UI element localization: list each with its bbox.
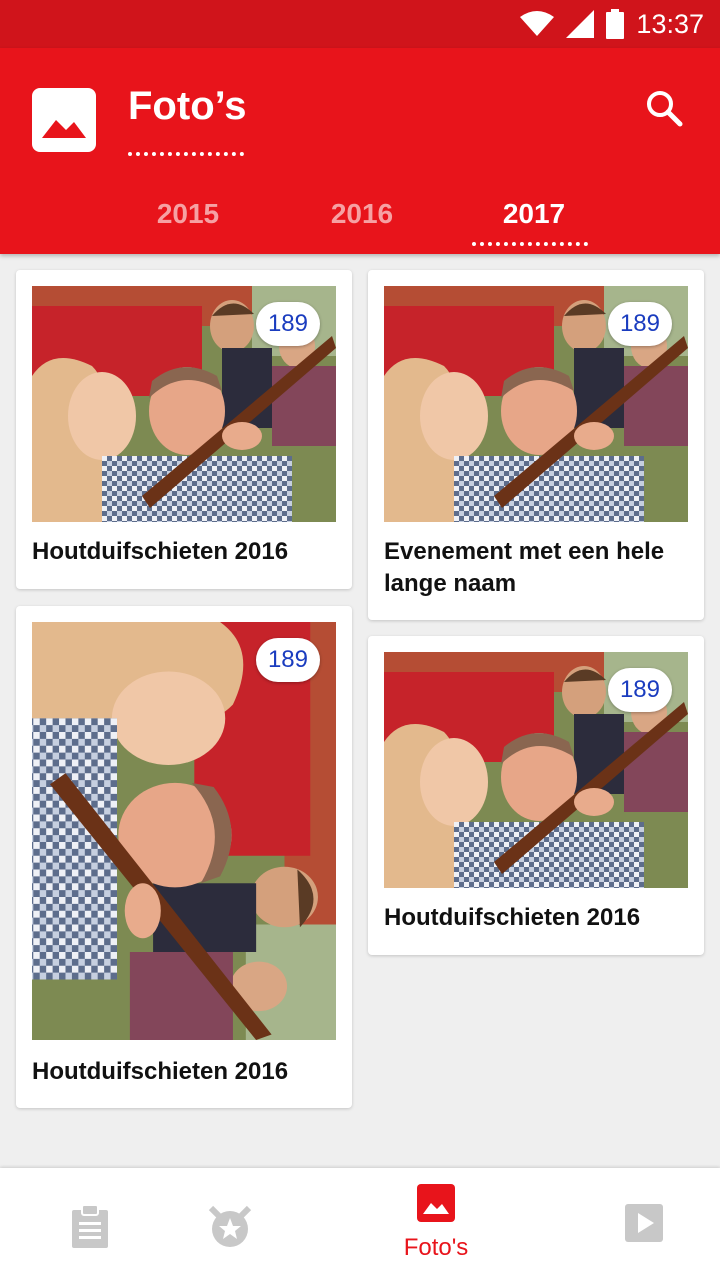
- photo-count-badge: 189: [255, 638, 320, 682]
- photo-count-badge: 189: [255, 302, 320, 346]
- title-underline: [128, 152, 244, 156]
- tab-2015[interactable]: 2015: [123, 198, 253, 230]
- album-card[interactable]: 189 Houtduifschieten 2016: [368, 636, 704, 955]
- photo-count-badge: 189: [607, 668, 672, 712]
- album-photo: 189: [32, 286, 336, 522]
- year-tabs: 2015 2016 2017: [0, 194, 720, 254]
- album-title: Houtduifschieten 2016: [32, 538, 289, 565]
- album-card[interactable]: 189 Houtduifschieten 2016: [16, 270, 352, 589]
- photo-count-badge: 189: [607, 302, 672, 346]
- album-title: Evenement met een hele lange naam: [384, 538, 665, 597]
- badge-star-icon: [208, 1205, 252, 1247]
- nav-item-video[interactable]: [554, 1168, 720, 1280]
- photo-icon: [417, 1184, 455, 1222]
- nav-label-photos: Foto's: [403, 1234, 469, 1261]
- play-icon: [625, 1204, 663, 1242]
- album-title: Houtduifschieten 2016: [384, 904, 641, 931]
- battery-icon: [606, 9, 625, 39]
- album-title: Houtduifschieten 2016: [32, 1058, 289, 1085]
- album-photo: 189: [32, 622, 336, 1040]
- app-bar: Foto’s 2015 2016 2017: [0, 48, 720, 254]
- signal-icon: [566, 10, 595, 38]
- album-card[interactable]: 189 Houtduifschieten 2016: [16, 606, 352, 1108]
- tab-2017[interactable]: 2017: [469, 198, 599, 230]
- nav-item-photos[interactable]: Foto's: [346, 1168, 526, 1280]
- search-button[interactable]: [640, 84, 688, 132]
- tab-indicator: [472, 242, 588, 246]
- status-bar: 13:37: [0, 0, 720, 48]
- bottom-navigation: Foto's: [0, 1168, 720, 1280]
- album-photo: 189: [384, 652, 688, 888]
- clipboard-icon: [72, 1204, 108, 1248]
- nav-item-badge[interactable]: [140, 1168, 320, 1280]
- status-time: 13:37: [636, 8, 704, 39]
- tab-2016[interactable]: 2016: [297, 198, 427, 230]
- wifi-icon: [520, 11, 555, 36]
- page-title: Foto’s: [128, 84, 247, 128]
- album-photo: 189: [384, 286, 688, 522]
- search-icon: [647, 91, 683, 127]
- photo-album-icon: [32, 88, 96, 152]
- album-card[interactable]: 189 Evenement met een hele lange naam: [368, 270, 704, 620]
